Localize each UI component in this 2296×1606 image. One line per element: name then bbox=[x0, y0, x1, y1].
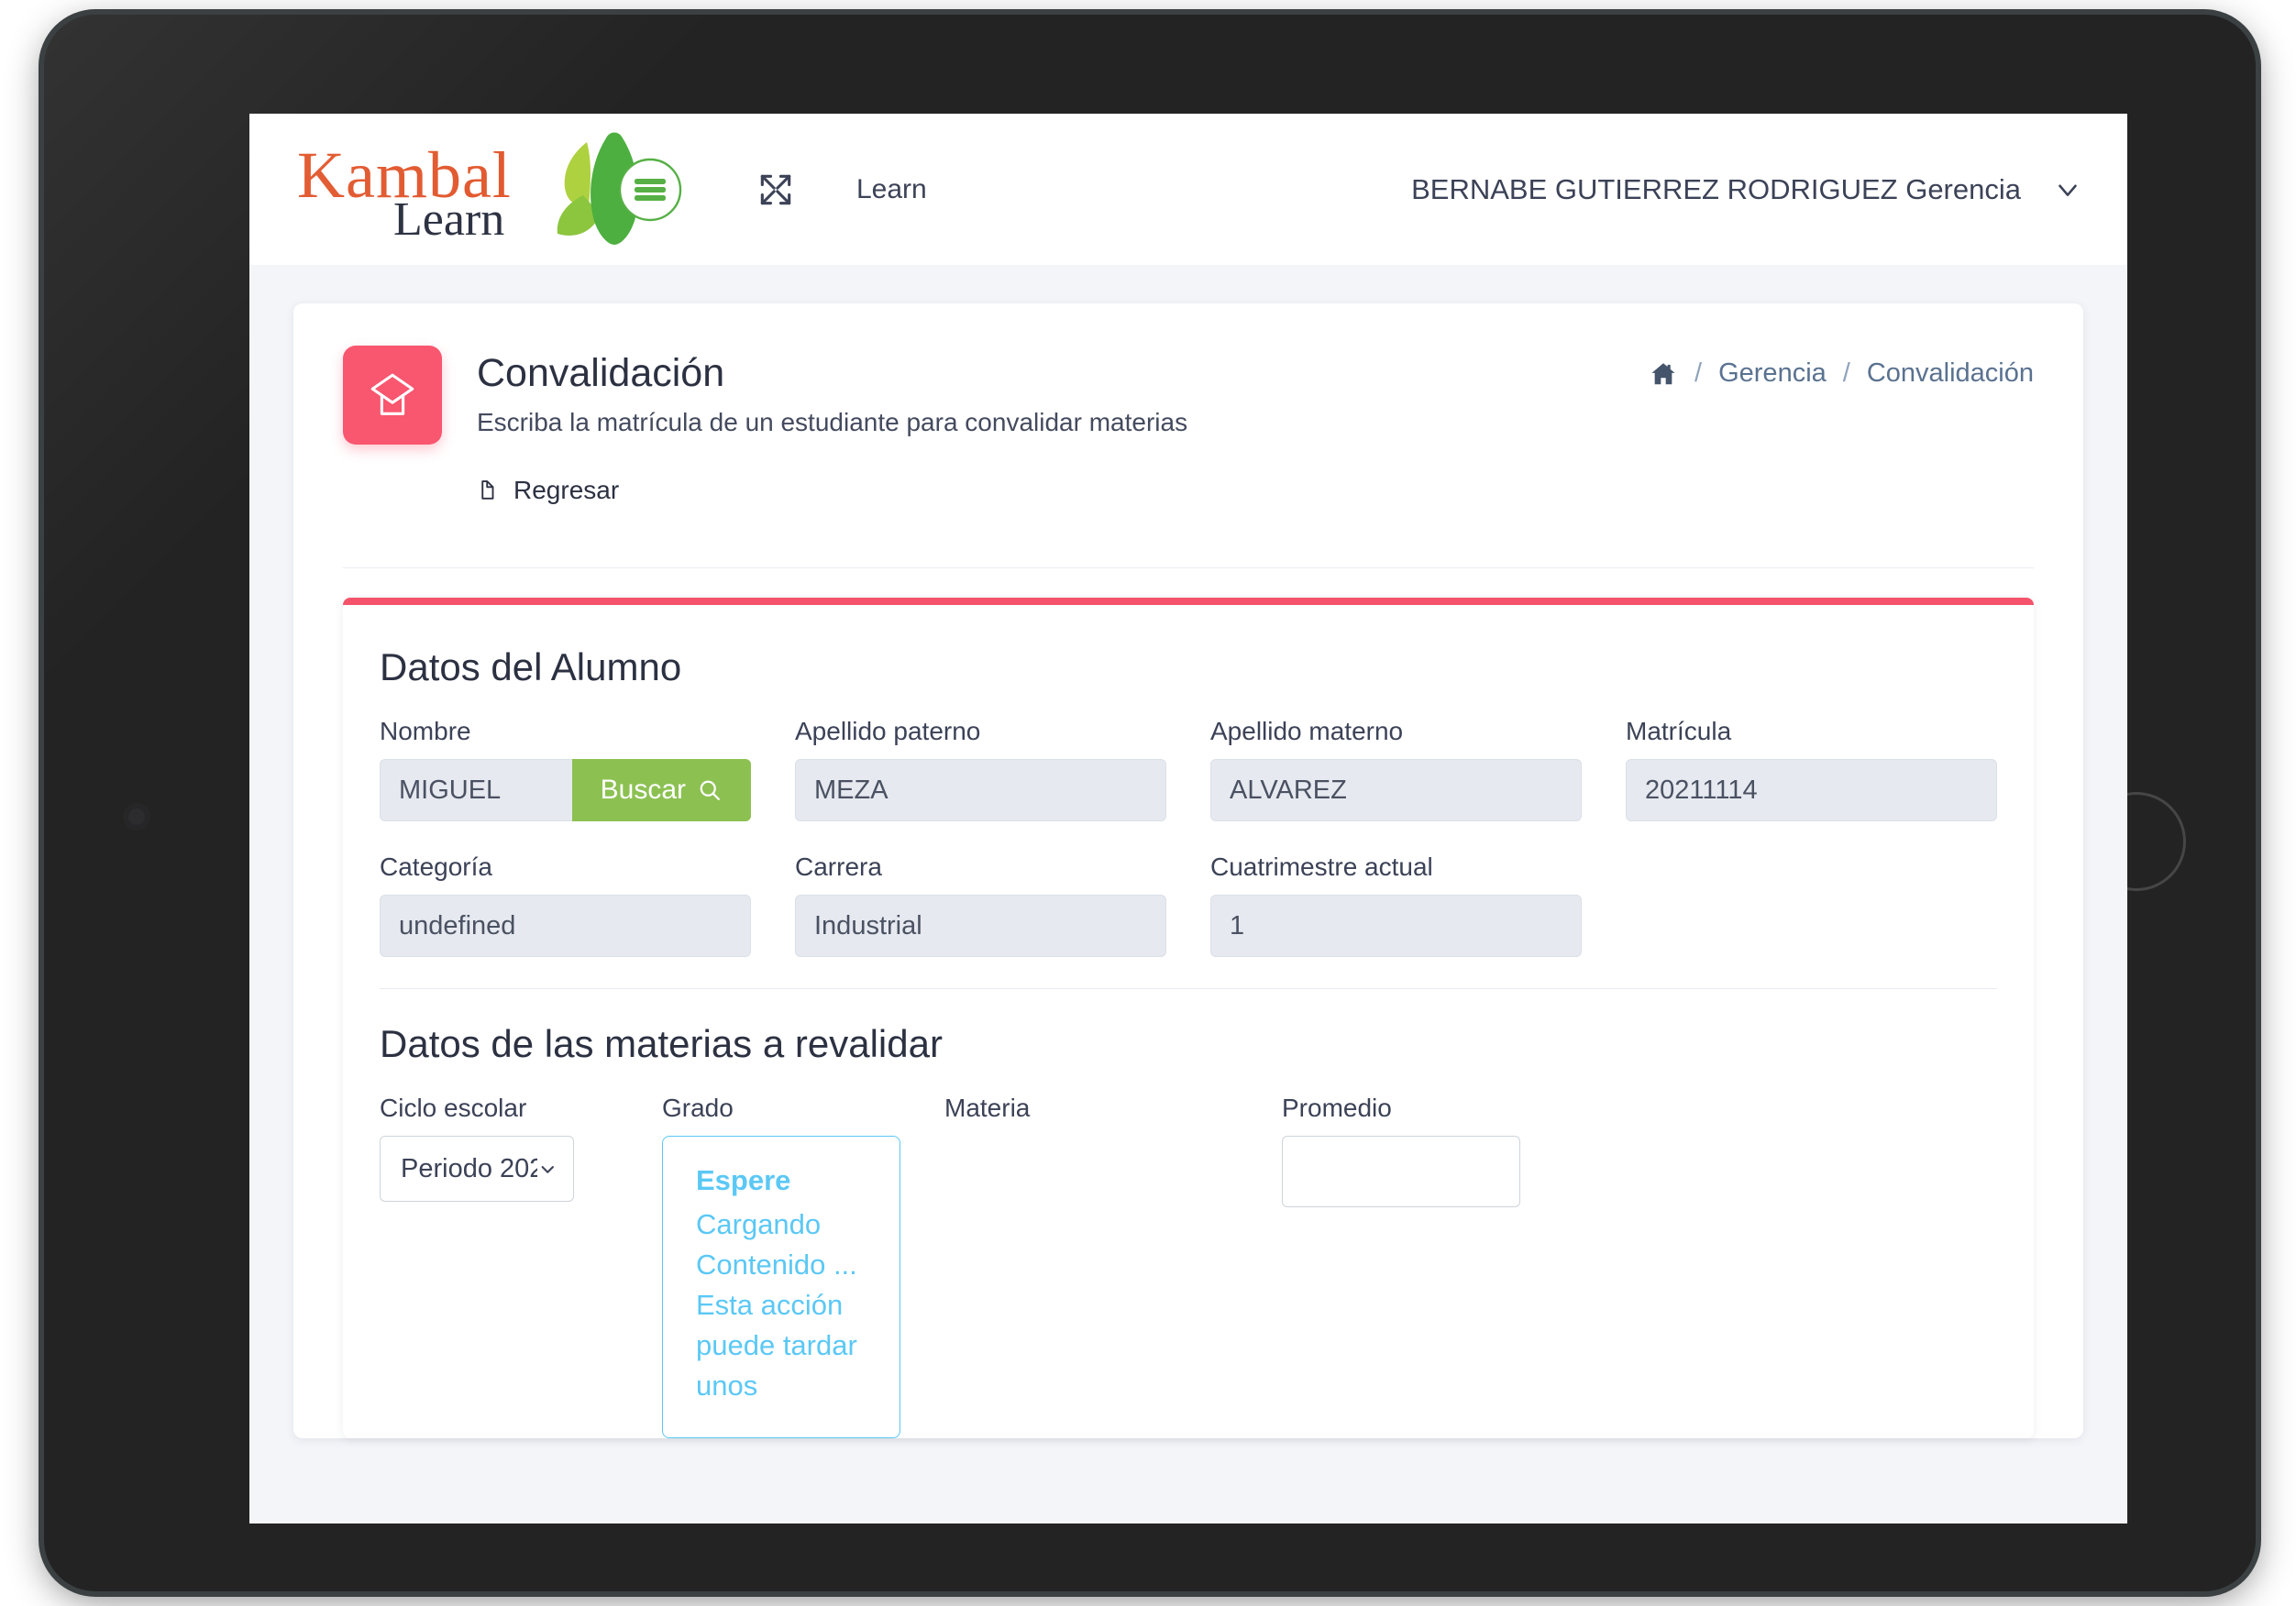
breadcrumb-item-convalidacion[interactable]: Convalidación bbox=[1867, 358, 2034, 389]
graduation-cap-icon bbox=[343, 346, 442, 445]
home-icon[interactable] bbox=[1649, 359, 1678, 389]
search-icon bbox=[700, 780, 720, 801]
field-apellido-paterno: Apellido paterno MEZA bbox=[795, 717, 1166, 822]
field-categoria: Categoría undefined bbox=[380, 852, 751, 958]
form-card: Datos del Alumno Nombre MIGUEL Buscar Ap… bbox=[343, 598, 2034, 1439]
matricula-input[interactable]: 20211114 bbox=[1626, 759, 1997, 822]
student-section-title: Datos del Alumno bbox=[380, 645, 682, 689]
chevron-down-icon bbox=[542, 1166, 555, 1173]
page-header: Convalidación Escriba la matrícula de un… bbox=[343, 346, 2034, 509]
nombre-input-group: MIGUEL Buscar bbox=[380, 759, 751, 822]
buscar-button-label: Buscar bbox=[600, 775, 686, 806]
field-cuatrimestre: Cuatrimestre actual 1 bbox=[1210, 852, 1582, 958]
breadcrumb-item-gerencia[interactable]: Gerencia bbox=[1718, 358, 1827, 389]
grado-loading-text: Cargando Contenido ... Esta acción puede… bbox=[696, 1208, 857, 1402]
page-subtitle: Escriba la matrícula de un estudiante pa… bbox=[477, 408, 1188, 437]
brand-logo[interactable]: Kambal Learn bbox=[297, 131, 684, 248]
field-label-promedio: Promedio bbox=[1282, 1094, 1392, 1123]
field-label-matricula: Matrícula bbox=[1626, 717, 1732, 746]
field-label-grado: Grado bbox=[662, 1094, 734, 1123]
page-title-group: Convalidación Escriba la matrícula de un… bbox=[477, 346, 1187, 509]
field-nombre: Nombre MIGUEL Buscar bbox=[380, 717, 751, 822]
apellido-paterno-input[interactable]: MEZA bbox=[795, 759, 1166, 822]
field-label-carrera: Carrera bbox=[795, 852, 882, 882]
back-button-label: Regresar bbox=[513, 476, 620, 505]
ciclo-escolar-select[interactable]: Periodo 2021 bbox=[380, 1136, 574, 1203]
page-title: Convalidación bbox=[477, 351, 725, 395]
apellido-materno-input[interactable]: ALVAREZ bbox=[1210, 759, 1582, 822]
tablet-device-frame: Kambal Learn Learn BERNABE GUTIERREZ ROD… bbox=[44, 15, 2256, 1591]
brand-wordmark: Kambal Learn bbox=[297, 132, 572, 247]
browser-viewport: Kambal Learn Learn BERNABE GUTIERREZ ROD… bbox=[249, 114, 2127, 1524]
brand-name-bottom: Learn bbox=[393, 193, 505, 246]
hamburger-menu-icon bbox=[635, 178, 666, 201]
field-ciclo-escolar: Ciclo escolar Periodo 2021 bbox=[380, 1094, 618, 1438]
breadcrumb: / Gerencia / Convalidación bbox=[1649, 346, 2034, 389]
chevron-down-icon[interactable] bbox=[2052, 174, 2083, 205]
nombre-input[interactable]: MIGUEL bbox=[380, 759, 572, 822]
back-hand-icon bbox=[481, 480, 494, 500]
device-camera-icon bbox=[125, 805, 149, 829]
field-label-materia: Materia bbox=[944, 1094, 1031, 1123]
nav-link-learn[interactable]: Learn bbox=[856, 174, 927, 205]
field-spacer bbox=[1626, 852, 1997, 957]
carrera-input[interactable]: Industrial bbox=[795, 895, 1166, 958]
field-carrera: Carrera Industrial bbox=[795, 852, 1166, 958]
field-label-nombre: Nombre bbox=[380, 717, 471, 746]
field-label-categoria: Categoría bbox=[380, 852, 492, 882]
grado-loading-box[interactable]: Espere Cargando Contenido ... Esta acció… bbox=[662, 1136, 900, 1439]
ciclo-escolar-value: Periodo 2021 bbox=[401, 1153, 537, 1183]
field-label-apellido-materno: Apellido materno bbox=[1210, 717, 1404, 746]
back-button[interactable]: Regresar bbox=[477, 476, 619, 505]
cuatrimestre-input[interactable]: 1 bbox=[1210, 895, 1582, 958]
materias-field-row: Ciclo escolar Periodo 2021 Grado bbox=[380, 1094, 1997, 1439]
user-name-label: BERNABE GUTIERREZ RODRIGUEZ Gerencia bbox=[1411, 172, 2021, 205]
materias-section-title: Datos de las materias a revalidar bbox=[380, 1022, 943, 1066]
content-panel: Convalidación Escriba la matrícula de un… bbox=[293, 303, 2083, 1439]
header-divider bbox=[343, 567, 2034, 569]
student-field-row-2: Categoría undefined Carrera Industrial C… bbox=[380, 852, 1997, 958]
field-label-cuatrimestre: Cuatrimestre actual bbox=[1210, 852, 1433, 882]
breadcrumb-separator-2: / bbox=[1842, 358, 1850, 388]
categoria-input[interactable]: undefined bbox=[380, 895, 751, 958]
student-field-row-1: Nombre MIGUEL Buscar Apellido paterno ME… bbox=[380, 717, 1997, 822]
top-navbar: Kambal Learn Learn BERNABE GUTIERREZ ROD… bbox=[249, 114, 2127, 265]
user-menu-dropdown[interactable]: BERNABE GUTIERREZ RODRIGUEZ Gerencia bbox=[1411, 173, 2083, 206]
expand-arrows-icon[interactable] bbox=[756, 170, 796, 210]
field-label-apellido-paterno: Apellido paterno bbox=[795, 717, 981, 746]
field-label-ciclo-escolar: Ciclo escolar bbox=[380, 1094, 527, 1123]
field-apellido-materno: Apellido materno ALVAREZ bbox=[1210, 717, 1582, 822]
materias-section: Datos de las materias a revalidar Ciclo … bbox=[380, 989, 1997, 1439]
field-promedio: Promedio bbox=[1282, 1094, 1520, 1438]
field-matricula: Matrícula 20211114 bbox=[1626, 717, 1997, 822]
breadcrumb-separator-1: / bbox=[1694, 358, 1703, 388]
page-body: Convalidación Escriba la matrícula de un… bbox=[249, 265, 2127, 1439]
grado-loading-strong: Espere bbox=[696, 1164, 791, 1197]
field-grado: Grado Espere Cargando Contenido ... Esta… bbox=[662, 1094, 900, 1439]
field-materia: Materia bbox=[944, 1094, 1238, 1438]
buscar-button[interactable]: Buscar bbox=[571, 759, 751, 822]
promedio-input[interactable] bbox=[1282, 1136, 1520, 1208]
